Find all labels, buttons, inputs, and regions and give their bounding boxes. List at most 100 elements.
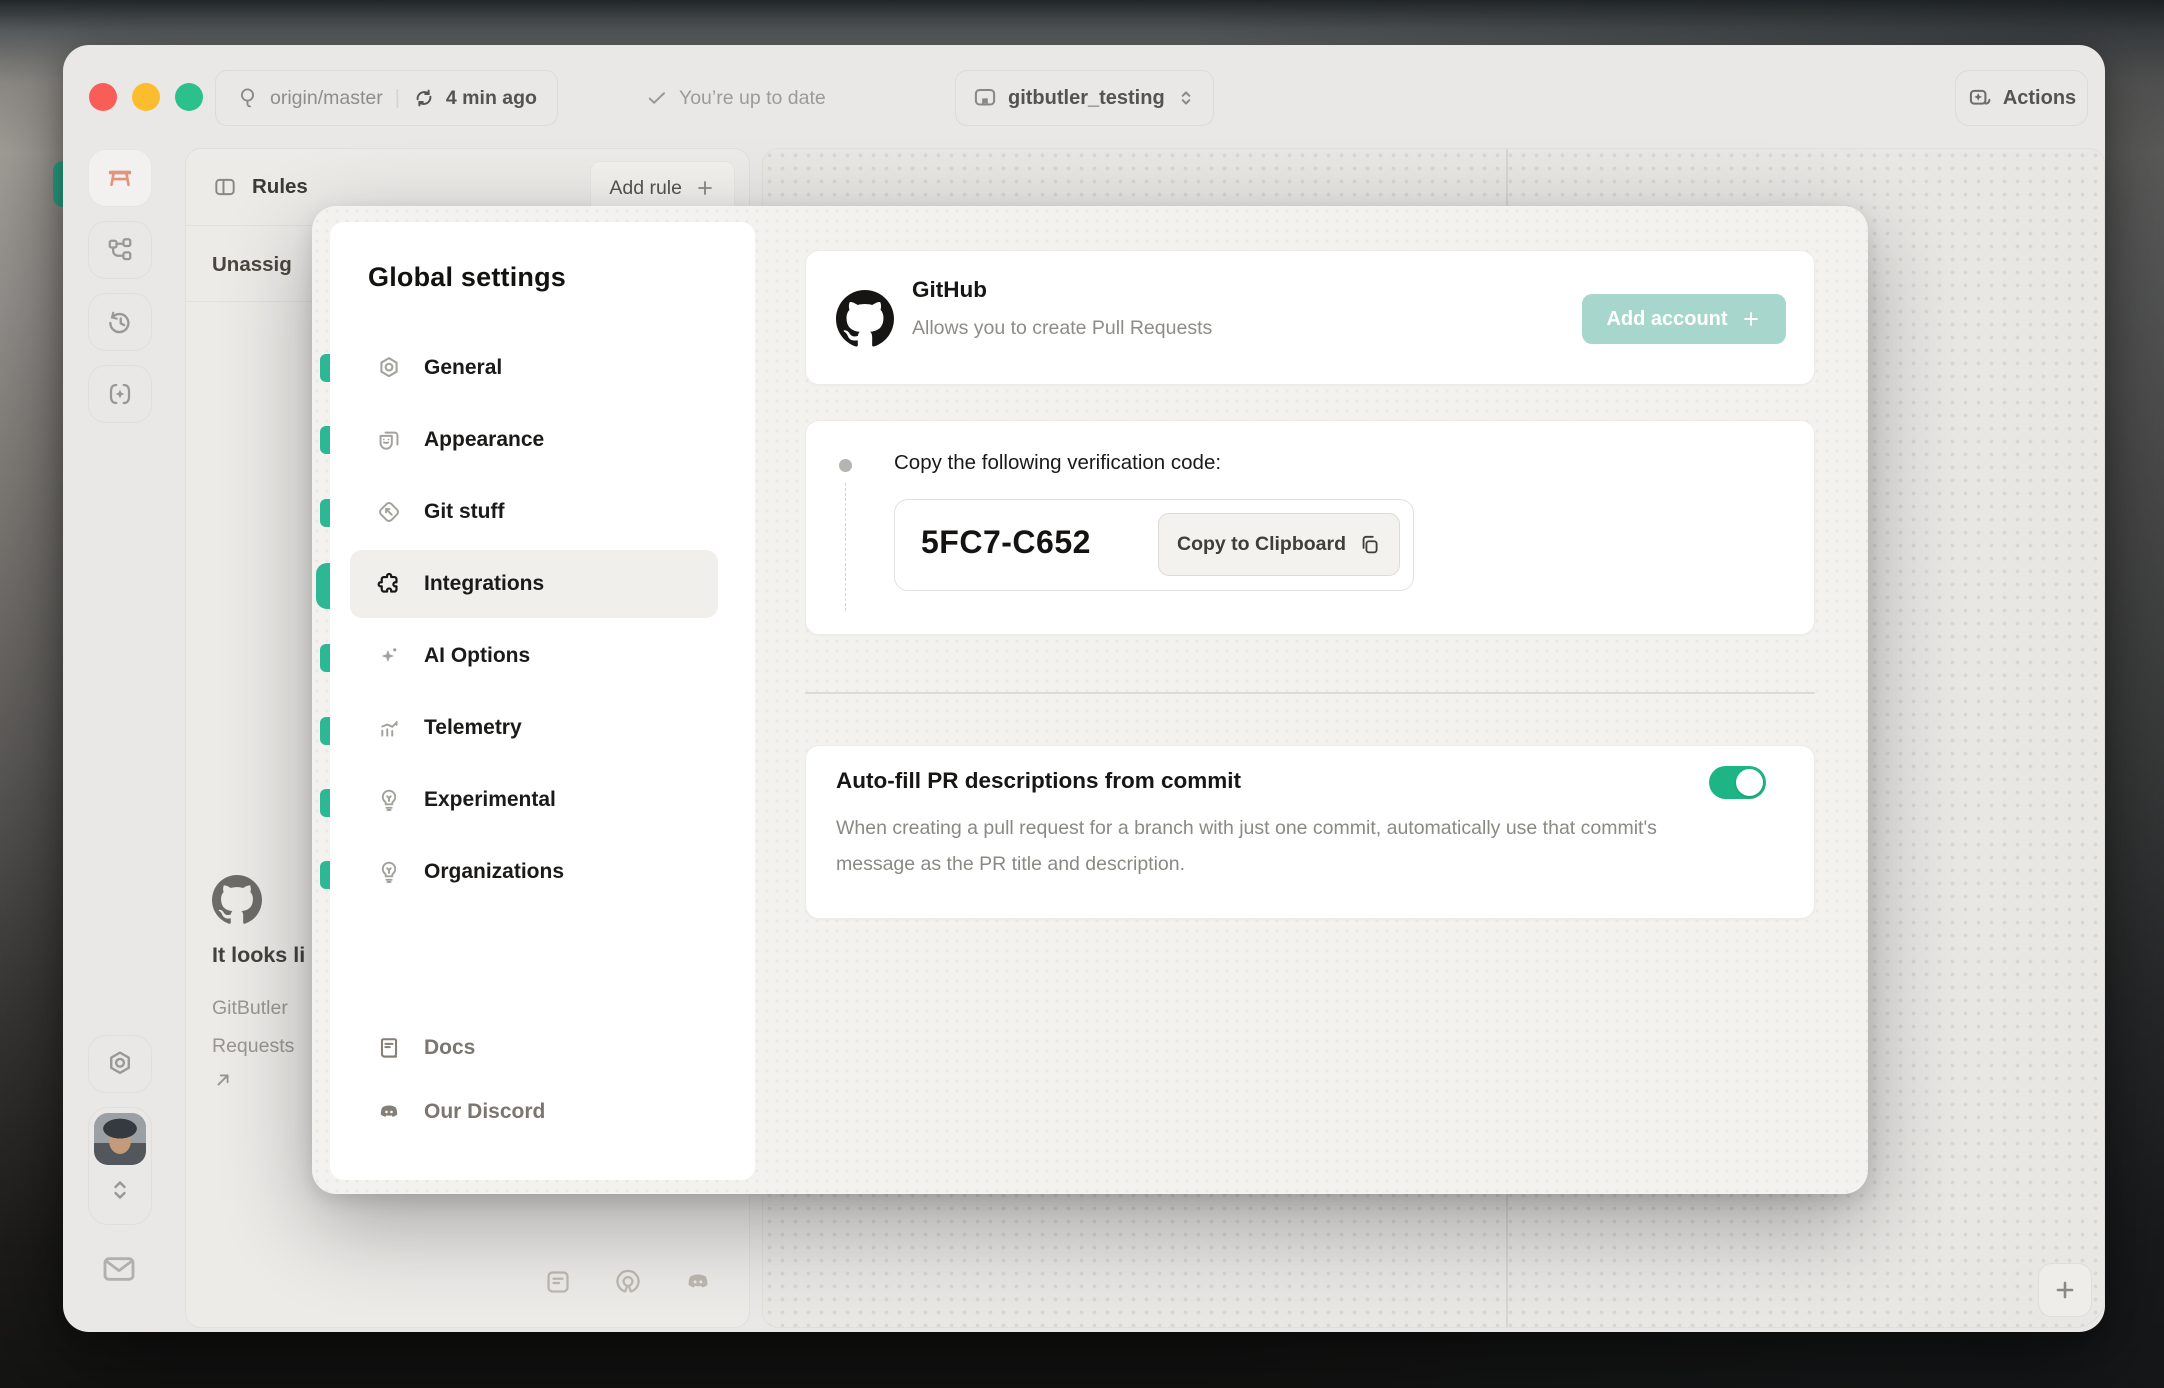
- settings-nav-docs[interactable]: Docs: [350, 1018, 718, 1078]
- verification-label: Copy the following verification code:: [894, 451, 1222, 474]
- global-settings-modal: Global settings General Appearance Git s…: [312, 206, 1868, 1194]
- autofill-description: When creating a pull request for a branc…: [836, 817, 1657, 875]
- verification-code: 5FC7-C652: [921, 524, 1091, 560]
- panel-left-icon: [212, 174, 238, 200]
- autofill-pr-card: Auto-fill PR descriptions from commit Wh…: [805, 745, 1815, 919]
- sparkle-icon: [376, 643, 402, 669]
- lightbulb-icon: [376, 787, 402, 813]
- github-integration-card: GitHub Allows you to create Pull Request…: [805, 250, 1815, 385]
- branches-icon: [105, 235, 135, 265]
- sidebar-item-workspace[interactable]: [88, 149, 152, 207]
- plus-icon: [694, 177, 716, 199]
- empty-state-text-line: GitButler: [212, 997, 288, 1019]
- settings-nav-integrations[interactable]: Integrations: [350, 550, 718, 618]
- add-account-button[interactable]: Add account: [1582, 294, 1786, 344]
- settings-button[interactable]: [88, 1035, 152, 1093]
- settings-nav-appearance[interactable]: Appearance: [350, 406, 718, 474]
- nav-label: Docs: [424, 1036, 476, 1059]
- actions-label: Actions: [2002, 86, 2077, 109]
- nav-label: Integrations: [424, 572, 545, 595]
- step-dot: [839, 459, 852, 472]
- settings-nav-footer: Docs Our Discord: [350, 1018, 718, 1146]
- gear-icon: [105, 1049, 135, 1079]
- branch-name: origin/master: [270, 86, 383, 109]
- settings-nav-git-stuff[interactable]: Git stuff: [350, 478, 718, 546]
- nav-label: Telemetry: [424, 716, 522, 739]
- settings-nav-list: General Appearance Git stuff Integration…: [350, 334, 718, 910]
- chevron-up-down-icon: [1175, 87, 1197, 109]
- zoom-window-button[interactable]: [175, 83, 203, 111]
- masks-icon: [376, 427, 402, 453]
- github-empty-state-logo: [212, 875, 262, 930]
- nav-label: Our Discord: [424, 1100, 546, 1123]
- chevron-up-down-icon: [89, 1174, 151, 1206]
- feedback-mail-button[interactable]: [97, 1249, 141, 1294]
- settings-nav-organizations[interactable]: Organizations: [350, 838, 718, 906]
- envelope-icon: [97, 1249, 141, 1289]
- desktop-wallpaper: origin/master | 4 min ago You’re up to d…: [0, 0, 2164, 1388]
- ai-brackets-icon: [105, 379, 135, 409]
- settings-nav-experimental[interactable]: Experimental: [350, 766, 718, 834]
- actions-sparkle-icon: [1967, 85, 1993, 111]
- toggle-knob: [1736, 769, 1763, 796]
- nav-label: Appearance: [424, 428, 545, 451]
- nut-icon: [376, 355, 402, 381]
- panel-footer-links: [543, 1267, 713, 1297]
- puzzle-icon: [376, 571, 402, 597]
- settings-nav-discord[interactable]: Our Discord: [350, 1082, 718, 1142]
- sidebar-item-history[interactable]: [88, 293, 152, 351]
- autofill-toggle[interactable]: [1709, 766, 1766, 799]
- nav-label: AI Options: [424, 644, 531, 667]
- workbench-icon: [105, 163, 135, 193]
- step-dashed-line: [845, 483, 846, 611]
- git-diamond-icon: [376, 499, 402, 525]
- copy-icon: [1358, 533, 1381, 556]
- settings-nav-ai-options[interactable]: AI Options: [350, 622, 718, 690]
- empty-state-title: It looks li: [212, 943, 306, 967]
- status-text: You’re up to date: [679, 86, 826, 109]
- book-icon: [376, 1035, 402, 1061]
- nav-label: Experimental: [424, 788, 556, 811]
- content-divider: [805, 692, 1815, 694]
- avatar: [94, 1113, 146, 1165]
- actions-button[interactable]: Actions: [1955, 70, 2088, 126]
- add-account-label: Add account: [1606, 307, 1728, 330]
- discord-icon[interactable]: [683, 1267, 713, 1297]
- canvas-zoom-in-button[interactable]: [2038, 1263, 2092, 1317]
- autofill-title: Auto-fill PR descriptions from commit: [836, 768, 1242, 793]
- github-octocat-icon: [836, 290, 894, 348]
- rules-title-label: Rules: [252, 175, 308, 198]
- open-source-icon[interactable]: [613, 1267, 643, 1297]
- rules-title: Rules: [212, 174, 308, 200]
- verification-code-box: 5FC7-C652 Copy to Clipboard: [894, 499, 1414, 591]
- add-rule-label: Add rule: [609, 176, 682, 199]
- remote-branch-icon: [236, 86, 260, 110]
- sync-icon: [412, 86, 436, 110]
- history-icon: [105, 307, 135, 337]
- unassigned-section-label[interactable]: Unassig: [212, 253, 292, 277]
- settings-nav-panel: Global settings General Appearance Git s…: [330, 222, 755, 1180]
- nav-label: General: [424, 356, 503, 379]
- chart-icon: [376, 715, 402, 741]
- nav-label: Organizations: [424, 860, 565, 883]
- branch-status-pill[interactable]: origin/master | 4 min ago: [215, 70, 558, 126]
- lightbulb-icon: [376, 859, 402, 885]
- pill-divider: |: [394, 86, 400, 109]
- minimize-window-button[interactable]: [132, 83, 160, 111]
- settings-title: Global settings: [368, 262, 567, 292]
- discord-icon: [376, 1099, 402, 1125]
- project-icon: [972, 85, 998, 111]
- user-menu[interactable]: [88, 1107, 152, 1225]
- notes-icon[interactable]: [543, 1267, 573, 1297]
- up-to-date-status: You’re up to date: [645, 70, 826, 126]
- close-window-button[interactable]: [89, 83, 117, 111]
- external-link-arrow-icon[interactable]: [212, 1069, 234, 1091]
- sidebar-item-ai-actions[interactable]: [88, 365, 152, 423]
- sidebar-item-branches[interactable]: [88, 221, 152, 279]
- settings-nav-general[interactable]: General: [350, 334, 718, 402]
- copy-to-clipboard-button[interactable]: Copy to Clipboard: [1158, 513, 1400, 576]
- sync-time: 4 min ago: [445, 86, 537, 109]
- github-card-title: GitHub: [912, 277, 987, 302]
- settings-nav-telemetry[interactable]: Telemetry: [350, 694, 718, 762]
- project-selector[interactable]: gitbutler_testing: [955, 70, 1214, 126]
